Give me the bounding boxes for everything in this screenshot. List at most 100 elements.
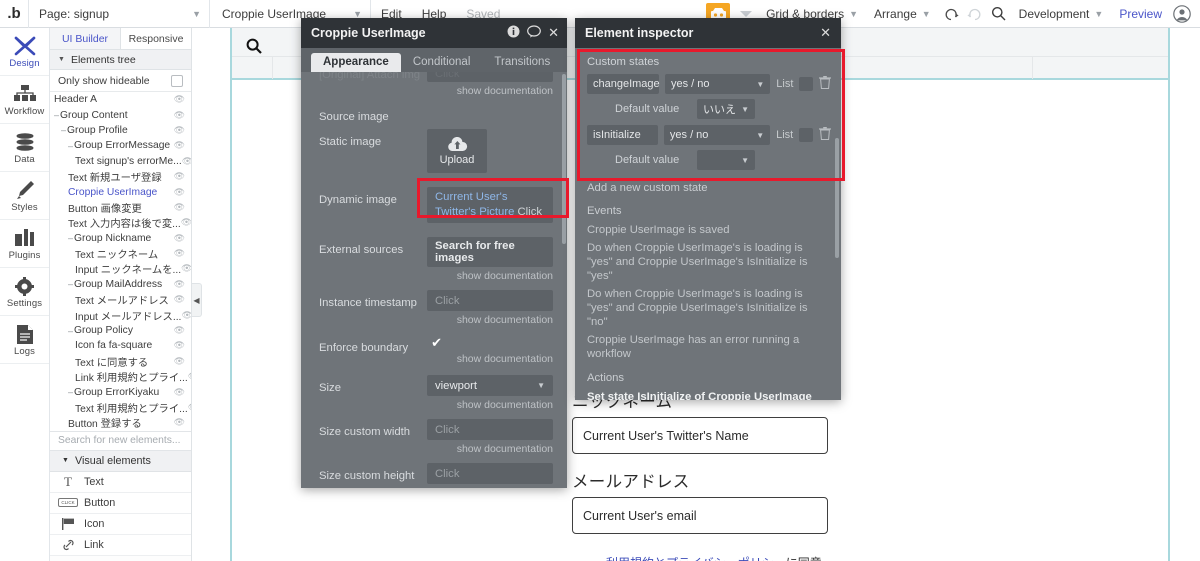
element-inspector-title-bar[interactable]: Element inspector ✕ (575, 18, 841, 48)
tree-node[interactable]: Text 利用規約とプライ...👁 (50, 400, 191, 415)
tree-node[interactable]: Text signup's errorMe... 👁 (50, 154, 191, 169)
size-select[interactable]: viewport ▼ (427, 375, 553, 396)
nickname-input[interactable]: Current User's Twitter's Name (572, 417, 828, 454)
trash-icon[interactable] (819, 127, 831, 143)
show-documentation-link[interactable]: show documentation (427, 350, 553, 365)
property-value-original-attach[interactable]: Click (427, 72, 553, 82)
show-documentation-link[interactable]: show documentation (427, 311, 553, 326)
app-logo[interactable]: .b (0, 0, 28, 28)
tree-node[interactable]: Input ニックネームを... 👁 (50, 261, 191, 276)
nav-item-plugins[interactable]: Plugins (0, 220, 49, 268)
eye-icon[interactable]: 👁 (174, 387, 185, 398)
page-selector[interactable]: Page: signup ▼ (29, 0, 209, 28)
show-documentation-link[interactable]: show documentation (427, 82, 553, 97)
tree-node[interactable]: Croppie UserImage 👁 (50, 184, 191, 199)
search-new-elements-input[interactable]: Search for new elements... (50, 430, 191, 451)
tab-appearance[interactable]: Appearance (311, 53, 401, 72)
nav-item-data[interactable]: Data (0, 124, 49, 172)
nav-item-settings[interactable]: Settings (0, 268, 49, 316)
show-documentation-link[interactable]: show documentation (427, 267, 553, 282)
elements-tree-header[interactable]: ▼ Elements tree (50, 50, 191, 70)
close-icon[interactable]: ✕ (548, 25, 559, 41)
only-show-hideable-checkbox[interactable] (171, 74, 183, 87)
tree-node[interactable]: – Group Policy 👁 (50, 323, 191, 338)
default-value-select-changeimage[interactable]: いいえ ▼ (697, 99, 755, 119)
tree-collapse-icon[interactable]: – (68, 233, 73, 243)
property-editor-scrollbar[interactable] (562, 74, 566, 244)
event-item[interactable]: Do when Croppie UserImage's is loading i… (587, 239, 831, 285)
palette-item-button[interactable]: CLICK Button (50, 492, 191, 514)
preview-button[interactable]: Preview (1111, 0, 1170, 28)
tree-node[interactable]: – Group ErrorKiyaku 👁 (50, 384, 191, 399)
nav-item-logs[interactable]: Logs (0, 316, 49, 364)
tree-node[interactable]: – Group ErrorMessage 👁 (50, 138, 191, 153)
custom-state-name-isinitialize[interactable]: isInitialize (587, 125, 658, 145)
eye-icon[interactable]: 👁 (174, 279, 185, 290)
list-checkbox[interactable] (799, 77, 813, 91)
show-documentation-link[interactable]: show documentation (427, 396, 553, 411)
close-icon[interactable]: ✕ (820, 25, 831, 41)
eye-icon[interactable]: 👁 (174, 325, 185, 336)
nav-item-design[interactable]: Design (0, 28, 49, 76)
policy-agreement-row[interactable]: 利用規約とプライバシーポリシーに同意する (572, 554, 828, 561)
tree-node[interactable]: Text メールアドレス 👁 (50, 292, 191, 307)
list-checkbox[interactable] (799, 128, 813, 142)
tree-node[interactable]: Icon fa fa-square 👁 (50, 338, 191, 353)
tab-responsive[interactable]: Responsive (121, 28, 191, 49)
nav-item-workflow[interactable]: Workflow (0, 76, 49, 124)
nav-item-styles[interactable]: Styles (0, 172, 49, 220)
tree-collapse-icon[interactable]: – (68, 141, 73, 151)
tree-collapse-icon[interactable]: – (68, 326, 73, 336)
eye-icon[interactable]: 👁 (174, 171, 185, 182)
comment-icon[interactable] (527, 25, 541, 41)
development-menu[interactable]: Development ▼ (1011, 0, 1112, 28)
custom-state-type-isinitialize[interactable]: yes / no ▼ (663, 125, 771, 145)
property-value-instance-timestamp[interactable]: Click (427, 290, 553, 311)
upload-button[interactable]: Upload (427, 129, 487, 173)
tree-node[interactable]: Text ニックネーム 👁 (50, 246, 191, 261)
eye-icon[interactable]: 👁 (188, 371, 191, 382)
info-icon[interactable] (507, 25, 520, 41)
tree-collapse-icon[interactable]: – (61, 125, 66, 135)
search-free-images-button[interactable]: Search for free images (427, 237, 553, 267)
tree-node[interactable]: Text に同意する 👁 (50, 354, 191, 369)
undo-icon[interactable] (939, 2, 963, 26)
only-show-hideable-row[interactable]: Only show hideable (50, 70, 191, 92)
palette-item-link[interactable]: Link (50, 534, 191, 556)
eye-icon[interactable]: 👁 (181, 263, 191, 274)
action-item-set-state-isinitialize[interactable]: Set state IsInitialize of Croppie UserIm… (587, 388, 831, 400)
eye-icon[interactable]: 👁 (174, 248, 185, 259)
tab-conditional[interactable]: Conditional (401, 53, 483, 72)
eye-icon[interactable]: 👁 (174, 187, 185, 198)
palette-item-icon[interactable]: Icon (50, 513, 191, 535)
add-custom-state-link[interactable]: Add a new custom state (587, 176, 831, 196)
account-icon[interactable] (1170, 2, 1194, 26)
redo-icon[interactable] (963, 2, 987, 26)
eye-icon[interactable]: 👁 (182, 156, 191, 167)
eye-icon[interactable]: 👁 (174, 125, 185, 136)
eye-icon[interactable]: 👁 (174, 356, 185, 367)
tree-node[interactable]: Text 入力内容は後で変... 👁 (50, 215, 191, 230)
tab-transitions[interactable]: Transitions (482, 53, 562, 72)
eye-icon[interactable]: 👁 (174, 294, 185, 305)
tree-node[interactable]: Input メールアドレス... 👁 (50, 307, 191, 323)
eye-icon[interactable]: 👁 (174, 202, 185, 213)
tree-node[interactable]: – Group Content 👁 (50, 107, 191, 122)
event-item[interactable]: Croppie UserImage has an error running a… (587, 331, 831, 363)
property-value-dynamic-image[interactable]: Current User's Twitter's Picture Click (427, 187, 553, 223)
eye-icon[interactable]: 👁 (174, 140, 185, 151)
custom-state-type-changeimage[interactable]: yes / no ▼ (665, 74, 771, 94)
search-icon[interactable] (987, 2, 1011, 26)
tree-node[interactable]: Link 利用規約とプライ...👁 (50, 369, 191, 384)
element-inspector-scrollbar[interactable] (835, 138, 839, 258)
eye-icon[interactable]: 👁 (174, 110, 185, 121)
eye-icon[interactable]: 👁 (188, 402, 191, 413)
eye-icon[interactable]: 👁 (181, 217, 191, 228)
panel-collapse-handle[interactable]: ◀ (192, 283, 202, 317)
tree-collapse-icon[interactable]: – (68, 279, 73, 289)
visual-elements-header[interactable]: ▼ Visual elements (50, 450, 191, 472)
eye-icon[interactable]: 👁 (174, 417, 185, 428)
tree-node[interactable]: Button 画像変更 👁 (50, 200, 191, 215)
eye-icon[interactable]: 👁 (174, 233, 185, 244)
eye-icon[interactable]: 👁 (181, 310, 191, 321)
